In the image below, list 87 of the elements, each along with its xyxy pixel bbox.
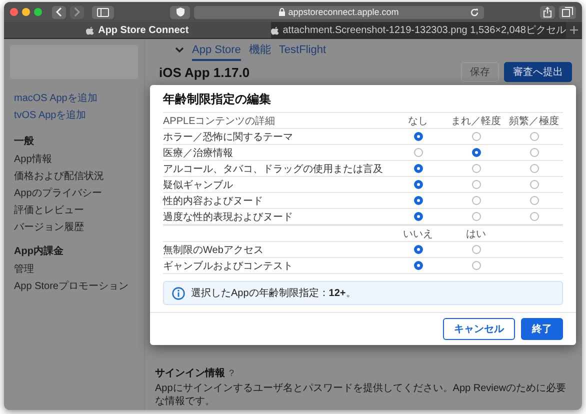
column-header: なし	[407, 114, 429, 128]
radio-button[interactable]	[530, 164, 538, 173]
privacy-shield-button[interactable]	[170, 6, 190, 18]
apple-icon	[270, 26, 279, 34]
close-button[interactable]	[10, 8, 18, 16]
row-label: 医療／治療情報	[163, 146, 234, 160]
sidebar-item[interactable]: 評価とレビュー	[14, 203, 134, 217]
nav-tab[interactable]: App Store	[192, 40, 241, 60]
chevron-left-icon	[55, 7, 63, 17]
radio-button[interactable]	[414, 180, 422, 189]
dialog-title: 年齢制限指定の編集	[163, 91, 272, 108]
lock-icon	[279, 8, 286, 16]
row-label: 過度な性的表現およびヌード	[163, 210, 294, 224]
nav-tab[interactable]: 機能	[248, 38, 271, 62]
info-text: 選択したAppの年齢制限指定：12+。	[191, 286, 356, 300]
radio-button[interactable]	[414, 196, 422, 205]
sidebar-item[interactable]: App Storeプロモーション	[14, 279, 134, 293]
radio-button[interactable]	[530, 180, 538, 189]
radio-button[interactable]	[530, 196, 538, 205]
radio-button[interactable]	[414, 164, 422, 173]
radio-button[interactable]	[472, 245, 480, 254]
tabs-overview-button[interactable]	[559, 6, 576, 18]
plus-icon	[570, 26, 578, 34]
tab-title: App Store Connect	[98, 24, 189, 36]
radio-button[interactable]	[414, 132, 422, 141]
chevron-down-icon[interactable]	[175, 47, 184, 53]
shield-icon	[176, 7, 184, 17]
radio-button[interactable]	[472, 180, 480, 189]
radio-button[interactable]	[414, 212, 422, 221]
help-icon[interactable]: ?	[229, 368, 234, 378]
dialog-button[interactable]: キャンセル	[443, 318, 515, 340]
radio-button[interactable]	[472, 261, 480, 270]
sidebar-item[interactable]: 管理	[14, 262, 134, 276]
radio-button[interactable]	[472, 164, 480, 173]
sidebar-item[interactable]: 価格および配信状況	[14, 169, 134, 183]
sidebar-button[interactable]	[92, 6, 114, 18]
share-icon	[543, 6, 552, 18]
row-label: アルコール、タバコ、ドラッグの使用または言及	[163, 162, 384, 176]
row-label: ギャンブルおよびコンテスト	[163, 260, 294, 272]
radio-button[interactable]	[472, 148, 480, 157]
address-bar[interactable]: appstoreconnect.apple.com	[194, 6, 484, 18]
sidebar-item[interactable]: Appのプライバシー	[14, 186, 134, 200]
browser-tab[interactable]: attachment.Screenshot-1219-132303.png 1,536×2,048ピクセル	[270, 22, 566, 38]
row-label: 疑似ギャンブル	[163, 178, 234, 192]
back-button[interactable]	[52, 6, 66, 18]
tabs-icon	[562, 7, 573, 17]
column-header: APPLEコンテンツの詳細	[163, 114, 276, 128]
minimize-button[interactable]	[22, 8, 30, 16]
column-header: まれ／軽度	[450, 114, 502, 128]
radio-button[interactable]	[414, 261, 422, 270]
section-description: Appにサインインするユーザ名とパスワードを提供してください。App Reviewのために必要な情報です。	[155, 382, 568, 408]
radio-button[interactable]	[414, 148, 422, 157]
column-header: はい	[465, 228, 487, 240]
sidebar-item[interactable]: App情報	[14, 152, 134, 166]
sidebar-icon	[97, 8, 109, 16]
browser-tab[interactable]: App Store Connect	[4, 22, 271, 38]
column-header: 頻繁／極度	[508, 114, 560, 128]
column-header: いいえ	[402, 228, 434, 240]
reload-icon[interactable]	[470, 8, 479, 16]
chevron-right-icon	[73, 7, 81, 17]
share-button[interactable]	[540, 6, 555, 18]
nav-tab[interactable]: TestFlight	[278, 40, 326, 60]
url-text: appstoreconnect.apple.com	[288, 7, 399, 17]
radio-button[interactable]	[530, 212, 538, 221]
info-icon	[172, 286, 185, 300]
sidebar-link[interactable]: tvOS Appを追加	[14, 108, 134, 122]
tab-title: attachment.Screenshot-1219-132303.png 1,536×2,048ピクセル	[282, 24, 566, 37]
sidebar-heading: App内課金	[14, 244, 64, 258]
dialog-button[interactable]: 終了	[521, 318, 563, 340]
radio-button[interactable]	[530, 148, 538, 157]
row-label: 性的内容およびヌード	[163, 194, 264, 208]
page-button[interactable]: 審査へ提出	[504, 62, 572, 82]
radio-button[interactable]	[472, 132, 480, 141]
row-label: ホラー／恐怖に関するテーマ	[163, 130, 294, 144]
radio-button[interactable]	[472, 212, 480, 221]
section-heading: サインイン情報	[155, 366, 225, 380]
radio-button[interactable]	[530, 132, 538, 141]
forward-button[interactable]	[70, 6, 84, 18]
apple-icon	[86, 26, 94, 34]
page-title: iOS App 1.17.0	[159, 64, 250, 80]
row-label: 無制限のWebアクセス	[163, 244, 264, 256]
sidebar-link[interactable]: macOS Appを追加	[14, 91, 134, 105]
sidebar-heading: 一般	[14, 135, 35, 148]
sidebar-item[interactable]: バージョン履歴	[14, 220, 134, 234]
radio-button[interactable]	[414, 245, 422, 254]
zoom-button[interactable]	[34, 8, 42, 16]
radio-button[interactable]	[472, 196, 480, 205]
